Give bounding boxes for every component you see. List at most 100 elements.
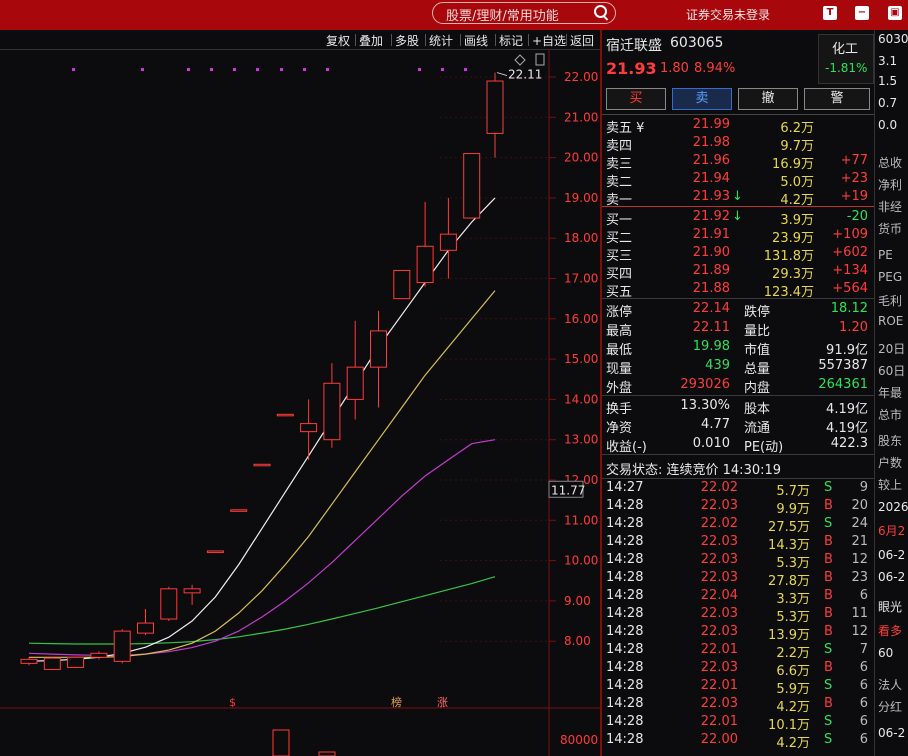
tick-row-side: B — [824, 624, 833, 639]
stat-row-value2: 18.12 — [830, 301, 868, 316]
right-column-item: 60日 — [878, 364, 906, 378]
tick-row-time: 14:28 — [606, 714, 644, 729]
title-bar: 股票/理财/常用功能 证券交易未登录 T − ▣ — [0, 0, 908, 30]
cancel-button[interactable]: 撤 — [738, 88, 798, 110]
stat-row-label2: 总量 — [744, 362, 771, 377]
toolbar-button-6[interactable]: +自选 — [532, 32, 566, 49]
divider — [602, 298, 874, 299]
price-label: 17.00 — [564, 272, 598, 286]
ask-bid-divider — [602, 206, 874, 207]
marker-dot — [326, 68, 329, 71]
tick-row-volume: 4.2万 — [776, 700, 810, 715]
marker-dot — [464, 68, 467, 71]
stat2-row-value2: 422.3 — [830, 436, 868, 451]
high-label: 22.11 — [508, 68, 542, 82]
divider — [602, 478, 874, 479]
toolbar-button-5[interactable]: 标记 — [499, 32, 523, 49]
chart-toolbar: 复权 叠加 多股 统计 画线 标记 +自选 返回 — [0, 30, 600, 50]
toolbar-button-7[interactable]: 返回 — [570, 32, 594, 49]
minus-icon[interactable]: − — [855, 6, 869, 20]
candle-body — [439, 233, 457, 251]
toolbar-button-2[interactable]: 多股 — [395, 32, 419, 49]
tick-row-volume: 5.3万 — [776, 556, 810, 571]
stat2-row-value2: 4.19亿 — [826, 421, 868, 436]
candle-body — [160, 588, 178, 620]
right-column-item: 3.1 — [878, 54, 898, 68]
ask-row-label: 卖四 — [606, 139, 633, 154]
marker-dot — [418, 68, 421, 71]
current-price-tag: 11.77 — [551, 483, 585, 497]
toolbar-button-1[interactable]: 叠加 — [359, 32, 383, 49]
tick-row-price: 22.03 — [700, 498, 738, 513]
stat2-row-value2: 4.19亿 — [826, 402, 868, 417]
right-column-item: 眼光 — [878, 600, 903, 614]
tick-row-volume: 5.9万 — [776, 682, 810, 697]
login-status[interactable]: 证券交易未登录 — [686, 6, 770, 23]
bid-row-delta: +602 — [832, 245, 868, 260]
tick-row-time: 14:28 — [606, 498, 644, 513]
right-column-item: PE — [878, 248, 893, 262]
t-icon[interactable]: T — [823, 6, 837, 20]
tick-row-volume: 9.9万 — [776, 502, 810, 517]
tick-row-volume: 27.8万 — [768, 574, 810, 589]
price-change: 1.80 — [660, 61, 689, 76]
restore-icon[interactable]: ▣ — [888, 6, 902, 20]
ask-row-delta: +23 — [840, 171, 868, 186]
stat-row-label1: 最低 — [606, 343, 633, 358]
bid-row-delta: +109 — [832, 227, 868, 242]
sector-box[interactable]: 化工 -1.81% — [818, 34, 874, 84]
bid-row-label: 买一 — [606, 213, 633, 228]
bid-row-price: 21.88 — [692, 281, 730, 296]
bid-row-delta: +564 — [832, 281, 868, 296]
toolbar-divider — [566, 34, 567, 46]
stat2-row-label1: 换手 — [606, 402, 633, 417]
kline-chart[interactable]: 22.00 21.00 20.00 19.00 18.00 17.00 16.00 15.00… — [0, 50, 600, 756]
tick-row-side: B — [824, 606, 833, 621]
ask-row-volume: 16.9万 — [772, 157, 814, 172]
toolbar-button-4[interactable]: 画线 — [464, 32, 488, 49]
tick-row-count: 9 — [859, 480, 868, 495]
right-column-item: 较上 — [878, 478, 903, 492]
search-input[interactable]: 股票/理财/常用功能 — [432, 2, 616, 24]
price-label: 14.00 — [564, 392, 598, 406]
marker-dot — [72, 68, 75, 71]
tick-row-time: 14:28 — [606, 660, 644, 675]
toolbar-button-3[interactable]: 统计 — [429, 32, 453, 49]
stat2-row-label2: 股本 — [744, 402, 771, 417]
tick-row-price: 22.03 — [700, 534, 738, 549]
marker-dot — [210, 68, 213, 71]
stat-row-value1: 439 — [705, 358, 730, 373]
tick-row-volume: 5.7万 — [776, 484, 810, 499]
high-pointer — [496, 72, 508, 77]
ask-row-price: 21.93 — [692, 189, 730, 204]
candle-body — [113, 630, 131, 662]
toolbar-divider — [355, 34, 356, 46]
toolbar-divider — [391, 34, 392, 46]
tick-row-time: 14:28 — [606, 534, 644, 549]
event-marker: 涨 — [437, 696, 448, 709]
tick-row-time: 14:28 — [606, 516, 644, 531]
buy-button[interactable]: 买 — [606, 88, 666, 110]
sell-button[interactable]: 卖 — [672, 88, 732, 110]
tick-row-side: B — [824, 552, 833, 567]
tick-row-volume: 14.3万 — [768, 538, 810, 553]
toolbar-divider — [528, 34, 529, 46]
right-column-item: 总市 — [878, 408, 903, 422]
tick-row-price: 22.00 — [700, 732, 738, 747]
alert-button[interactable]: 警 — [804, 88, 870, 110]
bid-row-volume: 131.8万 — [763, 249, 814, 264]
candle-body — [346, 366, 364, 400]
tick-row-time: 14:28 — [606, 588, 644, 603]
search-icon[interactable] — [594, 5, 609, 21]
toolbar-button-0[interactable]: 复权 — [326, 32, 350, 49]
toolbar-divider — [425, 34, 426, 46]
price-label: 18.00 — [564, 231, 598, 245]
bid-row-delta: -20 — [846, 209, 868, 224]
tick-row-price: 22.03 — [700, 696, 738, 711]
marker-dot — [303, 68, 306, 71]
price-label: 10.00 — [564, 554, 598, 568]
tick-row-side: B — [824, 696, 833, 711]
tick-row-time: 14:28 — [606, 552, 644, 567]
tick-row-count: 6 — [859, 714, 868, 729]
toolbar-divider — [495, 34, 496, 46]
